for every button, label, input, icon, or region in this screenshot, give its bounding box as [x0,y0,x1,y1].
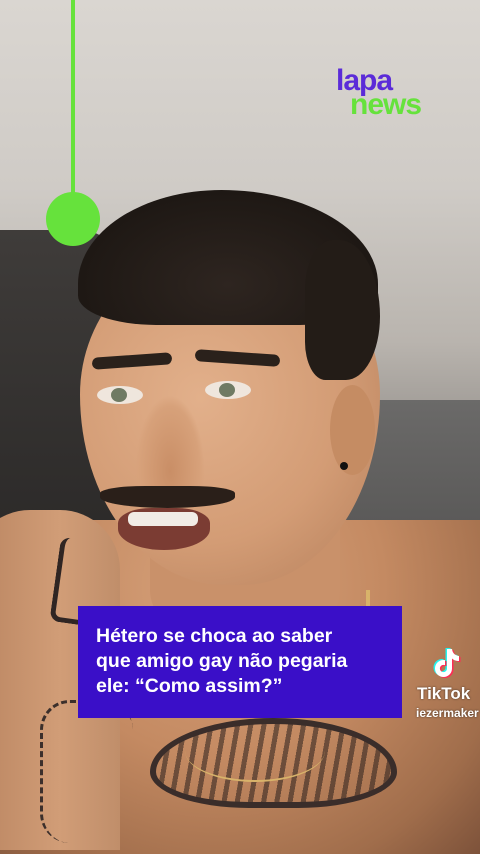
tiktok-icon [433,648,461,678]
brand-line [71,0,75,195]
headline-caption: Hétero se choca ao saber que amigo gay n… [78,606,402,718]
tiktok-watermark: TikTok iezermaker [410,646,480,726]
script-tattoo [40,700,133,843]
earring [340,462,348,470]
nose [135,395,205,490]
caption-line: ele: “Como assim?” [96,675,283,697]
caption-line: que amigo gay não pegaria [96,650,348,672]
person-ear [330,385,375,475]
caption-line: Hétero se choca ao saber [96,625,333,647]
teeth [128,512,198,526]
tiktok-label: TikTok [417,684,471,703]
mustache [100,486,235,508]
logo-text-bottom: news [350,88,422,121]
tiktok-username: iezermaker [416,706,479,720]
gold-chain [185,720,325,782]
lapa-news-logo: lapa news [336,66,440,126]
right-eye [205,381,251,399]
brand-dot [46,192,100,246]
